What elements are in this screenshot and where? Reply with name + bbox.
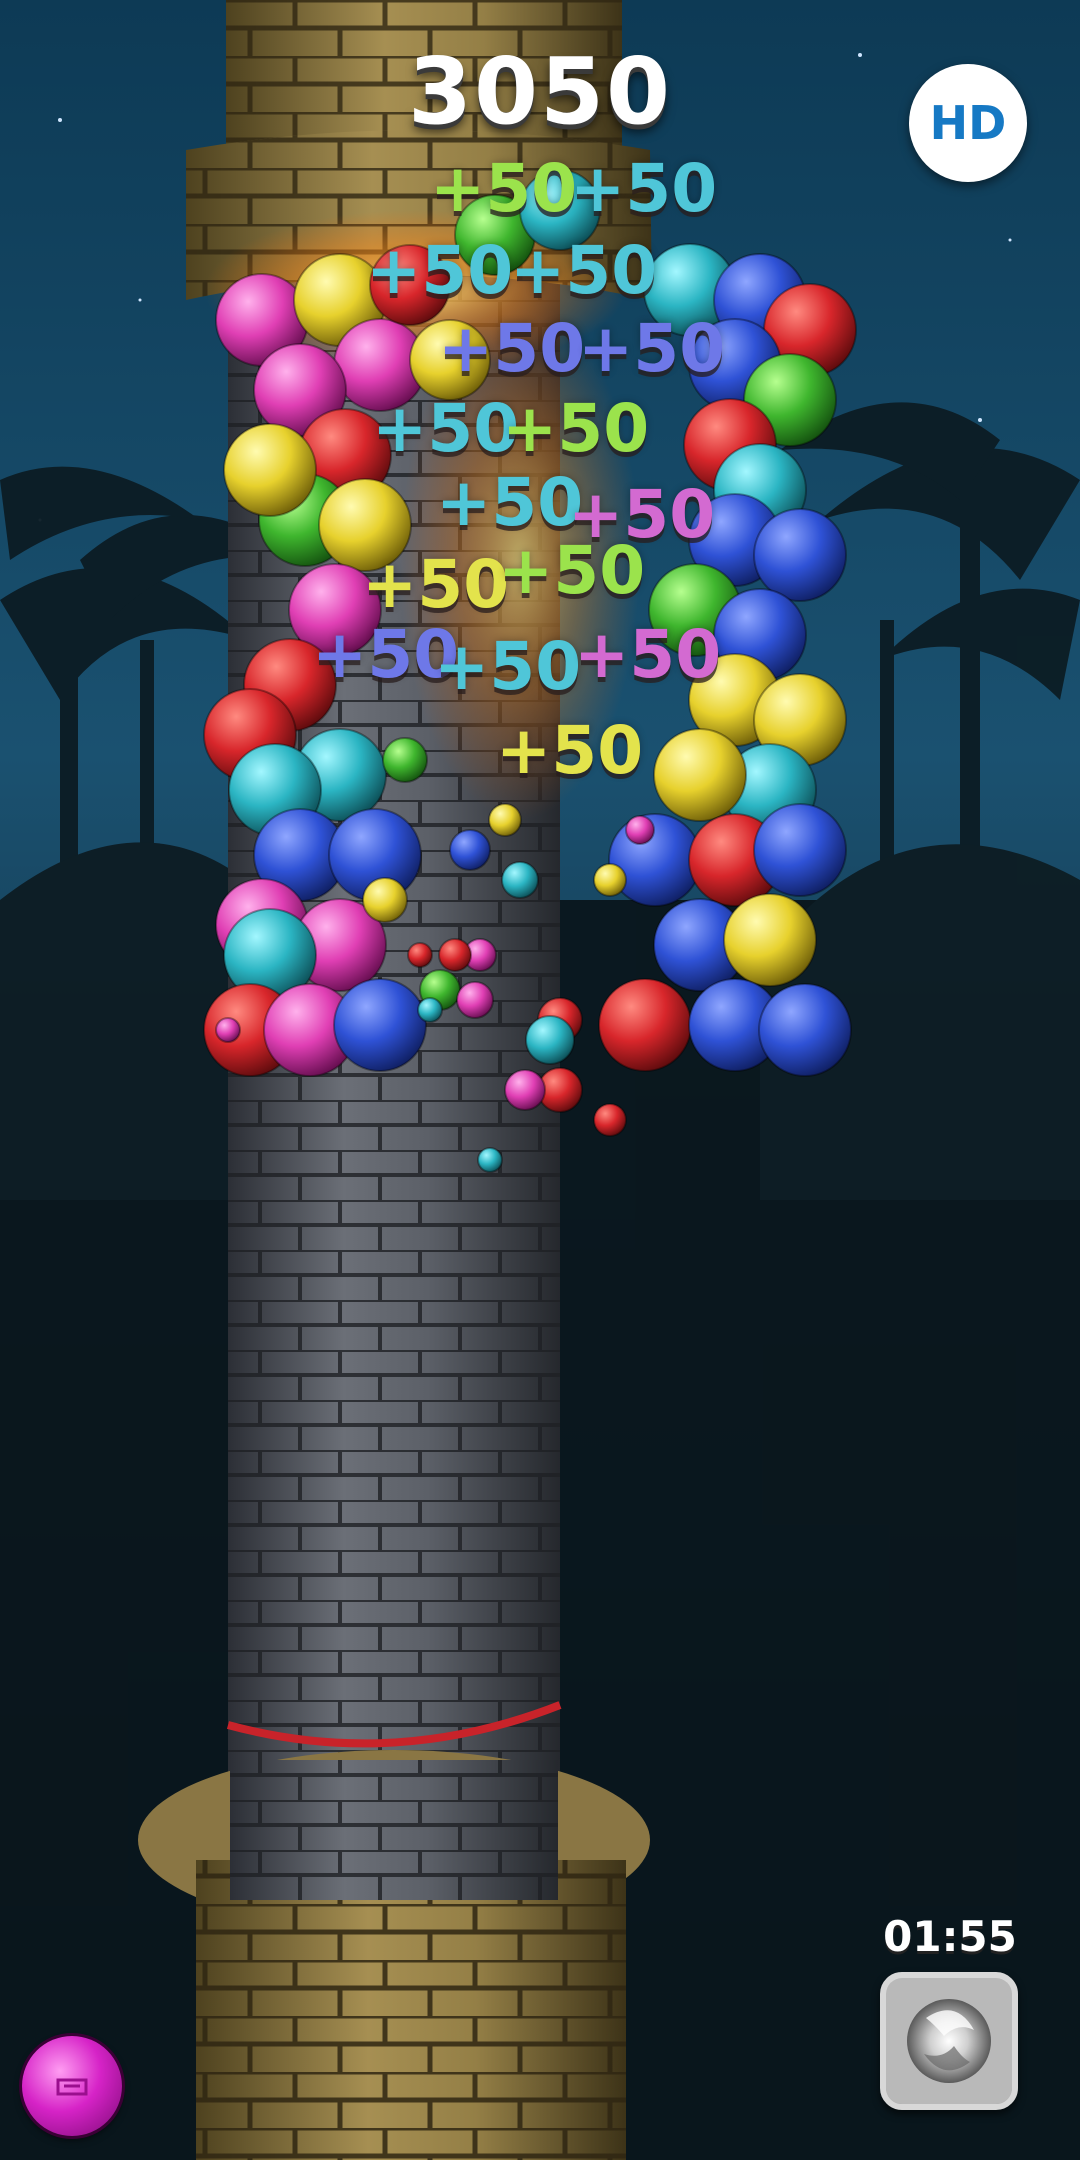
blue-ball — [449, 829, 491, 871]
score-popup: +50 — [578, 310, 726, 387]
fireball-icon — [886, 1978, 1012, 2104]
next-ball-indicator[interactable] — [22, 2036, 122, 2136]
score-popup: +50 — [430, 150, 578, 227]
blue-ball — [333, 978, 427, 1072]
pink-ball — [625, 815, 655, 845]
blue-ball — [758, 983, 852, 1077]
yellow-ball — [593, 863, 627, 897]
sandstone-base — [138, 1750, 650, 2160]
score-popup: +50 — [436, 464, 584, 541]
pink-ball — [504, 1069, 546, 1111]
red-ball — [598, 978, 692, 1072]
score-popup: +50 — [510, 232, 658, 309]
yellow-ball — [362, 877, 408, 923]
score-popup: +50 — [372, 390, 520, 467]
hd-toggle-button[interactable]: HD — [909, 64, 1027, 182]
score-popup: +50 — [434, 628, 582, 705]
powerup-button[interactable] — [880, 1972, 1018, 2110]
score-popup: +50 — [496, 712, 644, 789]
blue-ball — [608, 813, 702, 907]
score-popup: +50 — [366, 232, 514, 309]
score-popup: +50 — [438, 310, 586, 387]
yellow-ball — [723, 893, 817, 987]
yellow-ball — [488, 803, 522, 837]
cyan-ball — [477, 1147, 503, 1173]
cyan-ball — [417, 997, 443, 1023]
magenta-ball-icon — [56, 2078, 88, 2096]
timer-display: 01:55 — [883, 1912, 1017, 1961]
cyan-ball — [525, 1015, 575, 1065]
score-popup: +50 — [362, 546, 510, 623]
red-ball — [407, 942, 433, 968]
score-popup: +50 — [574, 616, 722, 693]
pink-ball — [215, 1017, 241, 1043]
yellow-ball — [653, 728, 747, 822]
green-ball — [382, 737, 428, 783]
blue-ball — [753, 803, 847, 897]
pink-ball — [456, 981, 494, 1019]
yellow-ball — [223, 423, 317, 517]
hd-label: HD — [929, 96, 1007, 150]
cyan-ball — [501, 861, 539, 899]
score-popup: +50 — [570, 150, 718, 227]
red-ball — [438, 938, 472, 972]
blue-ball — [753, 508, 847, 602]
score-popup: +50 — [502, 390, 650, 467]
score-popup: +50 — [498, 532, 646, 609]
red-ball — [593, 1103, 627, 1137]
